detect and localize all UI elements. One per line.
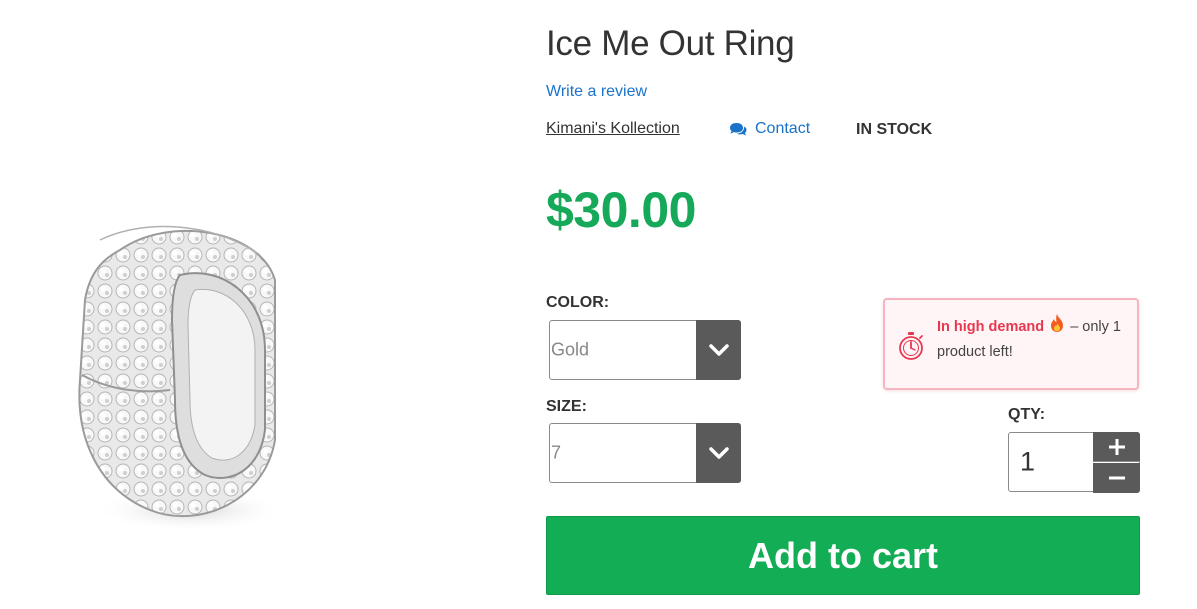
size-select-value: 7 — [551, 442, 562, 463]
color-select-value: Gold — [551, 339, 590, 360]
size-label: SIZE: — [546, 398, 587, 415]
quantity-stepper[interactable]: 1 — [1008, 432, 1140, 493]
product-title: Ice Me Out Ring — [546, 24, 795, 63]
chevron-down-icon[interactable] — [696, 423, 741, 483]
ring-image — [78, 225, 285, 532]
fire-icon — [1048, 313, 1066, 341]
size-select[interactable]: 7 — [549, 423, 741, 483]
quantity-label: QTY: — [1008, 406, 1046, 423]
write-review-link[interactable]: Write a review — [546, 83, 647, 101]
chat-bubbles-icon — [729, 122, 747, 137]
quantity-value[interactable]: 1 — [1020, 447, 1035, 478]
vendor-link[interactable]: Kimani's Kollection — [546, 120, 680, 138]
product-price: $30.00 — [546, 182, 696, 238]
plus-icon[interactable] — [1093, 432, 1140, 462]
add-to-cart-button[interactable]: Add to cart — [546, 516, 1140, 595]
color-select[interactable]: Gold — [549, 320, 741, 380]
stopwatch-icon — [898, 331, 924, 366]
high-demand-notice: In high demand – only 1 product left! — [883, 298, 1139, 390]
chevron-down-icon[interactable] — [696, 320, 741, 380]
contact-link[interactable]: Contact — [729, 120, 810, 138]
product-image-area — [0, 0, 520, 609]
minus-icon[interactable] — [1093, 463, 1140, 493]
color-label: COLOR: — [546, 294, 610, 311]
contact-label: Contact — [755, 120, 811, 137]
high-demand-text: In high demand — [937, 319, 1045, 335]
stock-status: IN STOCK — [856, 121, 933, 138]
